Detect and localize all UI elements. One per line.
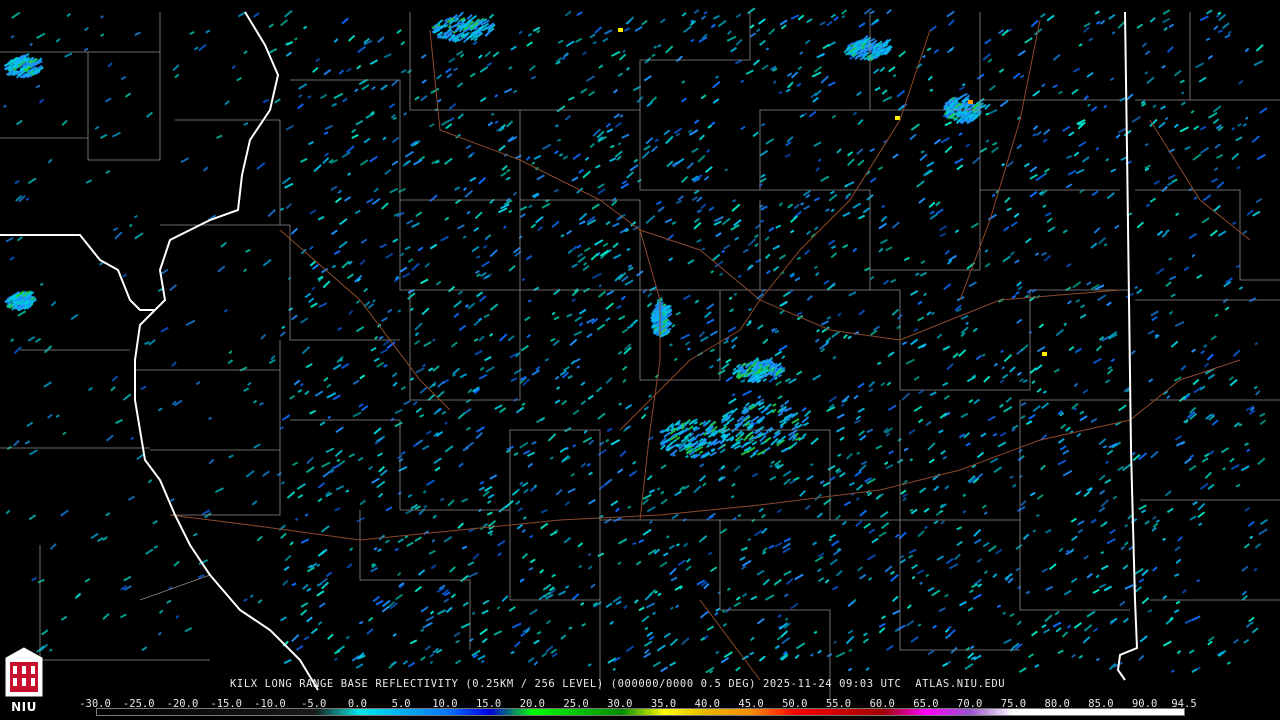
product-caption: KILX LONG RANGE BASE REFLECTIVITY (0.25K… xyxy=(230,678,1006,690)
radar-map xyxy=(0,0,1280,720)
niu-logo-text: NIU xyxy=(11,700,37,714)
niu-logo-icon: NIU xyxy=(2,646,46,718)
color-scale-bar xyxy=(96,708,1185,716)
